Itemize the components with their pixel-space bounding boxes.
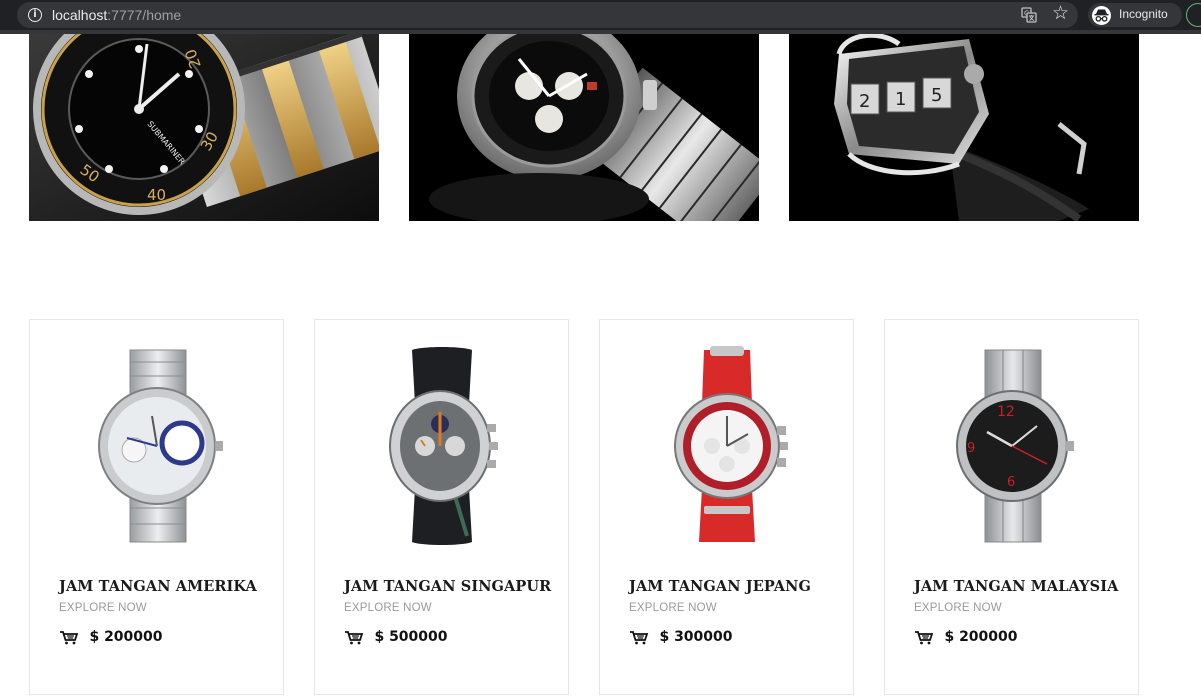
product-price: $ 300000 — [659, 628, 733, 645]
info-icon[interactable]: i — [28, 8, 42, 22]
cart-icon[interactable] — [344, 629, 364, 645]
svg-text:40: 40 — [147, 186, 166, 204]
product-image-malaysia: 12 9 6 — [956, 349, 1074, 543]
product-title[interactable]: JAM TANGAN AMERIKA — [59, 578, 257, 595]
product-card[interactable]: 12 9 6 JAM TANGAN MALAYSIA EXPLORE NOW $… — [884, 319, 1139, 695]
price-row: $ 200000 — [914, 628, 1018, 648]
svg-text:9: 9 — [967, 441, 975, 456]
product-price: $ 500000 — [374, 628, 448, 645]
product-title[interactable]: JAM TANGAN SINGAPUR — [344, 578, 551, 595]
incognito-label: Incognito — [1119, 7, 1168, 21]
cart-icon[interactable] — [914, 629, 934, 645]
product-image-amerika — [98, 349, 223, 543]
product-title[interactable]: JAM TANGAN JEPANG — [629, 578, 811, 595]
incognito-badge[interactable]: Incognito — [1088, 3, 1182, 27]
svg-text:12: 12 — [997, 404, 1015, 420]
address-bar[interactable]: i localhost:7777/home G ☆ — [17, 2, 1078, 28]
product-image-singapur — [389, 347, 498, 545]
extension-icon[interactable] — [1186, 3, 1201, 27]
explore-now-link[interactable]: EXPLORE NOW — [344, 602, 432, 614]
price-row: $ 300000 — [629, 628, 733, 648]
price-row: $ 200000 — [59, 628, 163, 648]
svg-text:1: 1 — [895, 89, 906, 110]
incognito-icon — [1092, 6, 1111, 25]
product-card[interactable]: JAM TANGAN JEPANG EXPLORE NOW $ 300000 — [599, 319, 854, 695]
explore-now-link[interactable]: EXPLORE NOW — [629, 602, 717, 614]
svg-text:6: 6 — [1007, 475, 1015, 490]
translate-icon[interactable]: G — [1021, 7, 1037, 23]
svg-text:5: 5 — [931, 85, 942, 106]
banner-gold-diver-watch[interactable]: 50 40 30 20 SUBMARINER — [29, 34, 379, 221]
product-card[interactable]: JAM TANGAN AMERIKA EXPLORE NOW $ 200000 — [29, 319, 284, 695]
bookmark-star-icon[interactable]: ☆ — [1052, 3, 1069, 25]
product-price: $ 200000 — [89, 628, 163, 645]
skeleton-watch-image: 2 1 5 — [789, 34, 1139, 221]
browser-toolbar: i localhost:7777/home G ☆ Incognito — [0, 0, 1201, 34]
gold-diver-watch-image: 50 40 30 20 SUBMARINER — [29, 34, 379, 221]
explore-now-link[interactable]: EXPLORE NOW — [914, 602, 1002, 614]
product-image-jepang — [674, 346, 788, 542]
product-price: $ 200000 — [944, 628, 1018, 645]
product-card[interactable]: JAM TANGAN SINGAPUR EXPLORE NOW $ 500000 — [314, 319, 569, 695]
price-row: $ 500000 — [344, 628, 448, 648]
banner-chronograph-watch[interactable] — [409, 34, 759, 221]
chronograph-watch-image — [409, 34, 759, 221]
url-text[interactable]: localhost:7777/home — [52, 7, 181, 23]
cart-icon[interactable] — [59, 629, 79, 645]
explore-now-link[interactable]: EXPLORE NOW — [59, 602, 147, 614]
cart-icon[interactable] — [629, 629, 649, 645]
banner-skeleton-watch[interactable]: 2 1 5 — [789, 34, 1139, 221]
product-title[interactable]: JAM TANGAN MALAYSIA — [914, 578, 1118, 595]
svg-text:2: 2 — [859, 91, 870, 112]
